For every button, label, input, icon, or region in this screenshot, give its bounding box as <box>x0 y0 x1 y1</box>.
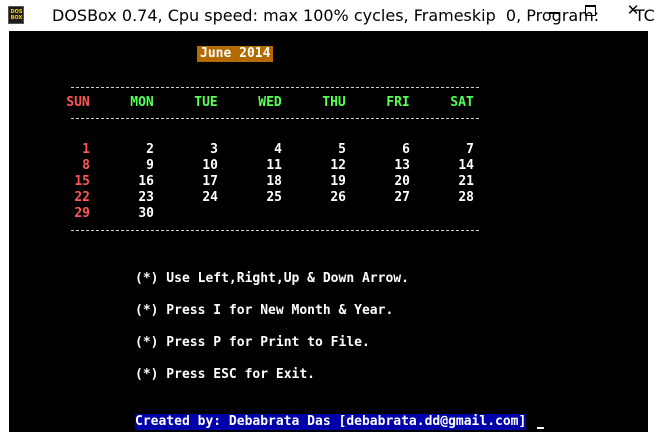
day-header-mon: MON <box>130 95 154 110</box>
calendar-day: 25 <box>266 190 282 205</box>
day-header-sat: SAT <box>450 95 474 110</box>
calendar-day: 14 <box>458 158 474 173</box>
day-header-sun: SUN <box>66 95 90 110</box>
calendar-day: 13 <box>394 158 410 173</box>
header-divider <box>71 118 479 119</box>
icon-text-bottom: BOX <box>10 15 23 21</box>
top-divider <box>71 87 479 88</box>
calendar-day: 22 <box>74 190 90 205</box>
calendar-day: 3 <box>210 142 218 157</box>
maximize-button[interactable] <box>576 0 606 21</box>
minimize-button[interactable] <box>540 0 570 21</box>
bottom-divider <box>71 230 479 231</box>
calendar-day: 17 <box>202 174 218 189</box>
dos-screen[interactable]: June 2014 SUN MON TUE WED THU FRI SAT 12345678… <box>9 31 648 432</box>
calendar-day: 20 <box>394 174 410 189</box>
calendar-day: 26 <box>330 190 346 205</box>
instruction-new-month: (*) Press I for New Month & Year. <box>135 303 394 318</box>
calendar-day: 23 <box>138 190 154 205</box>
instruction-print: (*) Press P for Print to File. <box>135 335 370 350</box>
calendar-day: 5 <box>338 142 346 157</box>
calendar-day: 2 <box>146 142 154 157</box>
close-button[interactable]: ✕ <box>610 0 656 21</box>
calendar-day: 29 <box>74 206 90 221</box>
calendar-day: 18 <box>266 174 282 189</box>
calendar-day: 4 <box>274 142 282 157</box>
calendar-day: 15 <box>74 174 90 189</box>
month-title: June 2014 <box>197 46 274 62</box>
day-header-tue: TUE <box>194 95 218 110</box>
day-header-thu: THU <box>322 95 346 110</box>
calendar-day: 16 <box>138 174 154 189</box>
calendar-day: 19 <box>330 174 346 189</box>
text-cursor <box>537 427 544 429</box>
dosbox-window: DOS BOX DOSBox 0.74, Cpu speed: max 100%… <box>0 0 656 439</box>
calendar-day: 7 <box>466 142 474 157</box>
calendar-day: 6 <box>402 142 410 157</box>
calendar-day: 8 <box>82 158 90 173</box>
calendar-day: 9 <box>146 158 154 173</box>
instruction-arrows: (*) Use Left,Right,Up & Down Arrow. <box>135 271 409 286</box>
calendar-day: 12 <box>330 158 346 173</box>
calendar-day: 30 <box>138 206 154 221</box>
day-header-wed: WED <box>258 95 282 110</box>
credit-line: Created by: Debabrata Das [debabrata.dd@… <box>135 414 527 430</box>
calendar-day: 28 <box>458 190 474 205</box>
dosbox-icon[interactable]: DOS BOX <box>8 6 24 24</box>
calendar-day: 27 <box>394 190 410 205</box>
title-bar[interactable]: DOS BOX DOSBox 0.74, Cpu speed: max 100%… <box>0 0 656 31</box>
calendar-day: 11 <box>266 158 282 173</box>
instruction-exit: (*) Press ESC for Exit. <box>135 367 316 382</box>
calendar-day: 24 <box>202 190 218 205</box>
calendar-day: 10 <box>202 158 218 173</box>
calendar-day: 21 <box>458 174 474 189</box>
calendar-day: 1 <box>82 142 90 157</box>
day-header-fri: FRI <box>386 95 410 110</box>
